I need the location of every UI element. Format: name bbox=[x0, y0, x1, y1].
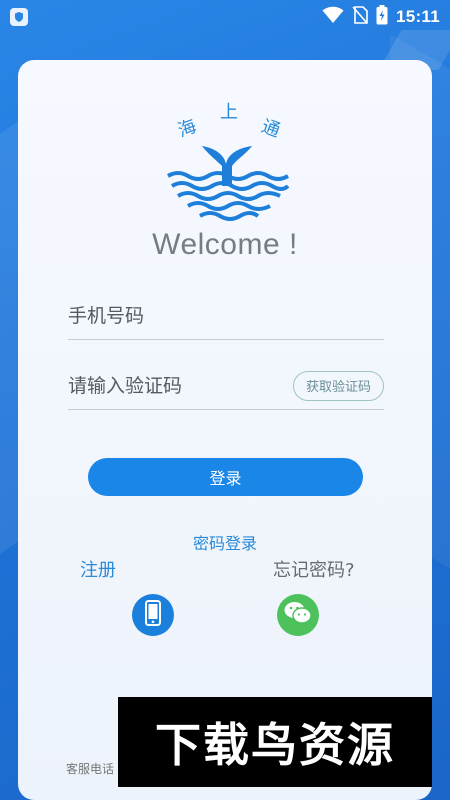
forgot-password-link[interactable]: 忘记密码? bbox=[273, 556, 355, 582]
get-code-button[interactable]: 获取验证码 bbox=[292, 370, 384, 401]
register-link[interactable]: 注册 bbox=[80, 556, 116, 582]
battery-charging-icon bbox=[376, 4, 388, 30]
login-card: 海 上 通 Welcome ! 获取验证码 登录 密码登录 注册 忘记密码? bbox=[18, 60, 432, 800]
watermark-text: 下载鸟资源 bbox=[155, 718, 395, 772]
logo-char-1: 海 bbox=[175, 116, 199, 142]
phone-login-button[interactable] bbox=[132, 594, 174, 636]
logo-char-2: 上 bbox=[220, 102, 238, 123]
watermark-banner: 下载鸟资源 bbox=[118, 697, 432, 787]
status-bar: 15:11 bbox=[0, 0, 450, 34]
status-time: 15:11 bbox=[395, 7, 440, 26]
logo-char-3: 通 bbox=[259, 116, 283, 142]
customer-service-text: 客服电话 bbox=[66, 762, 115, 776]
code-field: 获取验证码 bbox=[68, 362, 384, 410]
no-sim-icon bbox=[352, 5, 368, 29]
wechat-icon bbox=[283, 600, 313, 630]
whale-tail-logo: 海 上 通 bbox=[164, 90, 294, 225]
shield-icon bbox=[10, 8, 28, 26]
welcome-heading: Welcome ! bbox=[152, 228, 298, 261]
phone-input[interactable] bbox=[68, 304, 384, 327]
wifi-icon bbox=[322, 6, 344, 29]
verification-code-input[interactable] bbox=[68, 374, 293, 397]
phone-icon bbox=[145, 600, 161, 630]
password-login-link[interactable]: 密码登录 bbox=[18, 530, 432, 554]
phone-field bbox=[68, 292, 384, 340]
login-button[interactable]: 登录 bbox=[88, 458, 363, 496]
wechat-login-button[interactable] bbox=[277, 594, 319, 636]
